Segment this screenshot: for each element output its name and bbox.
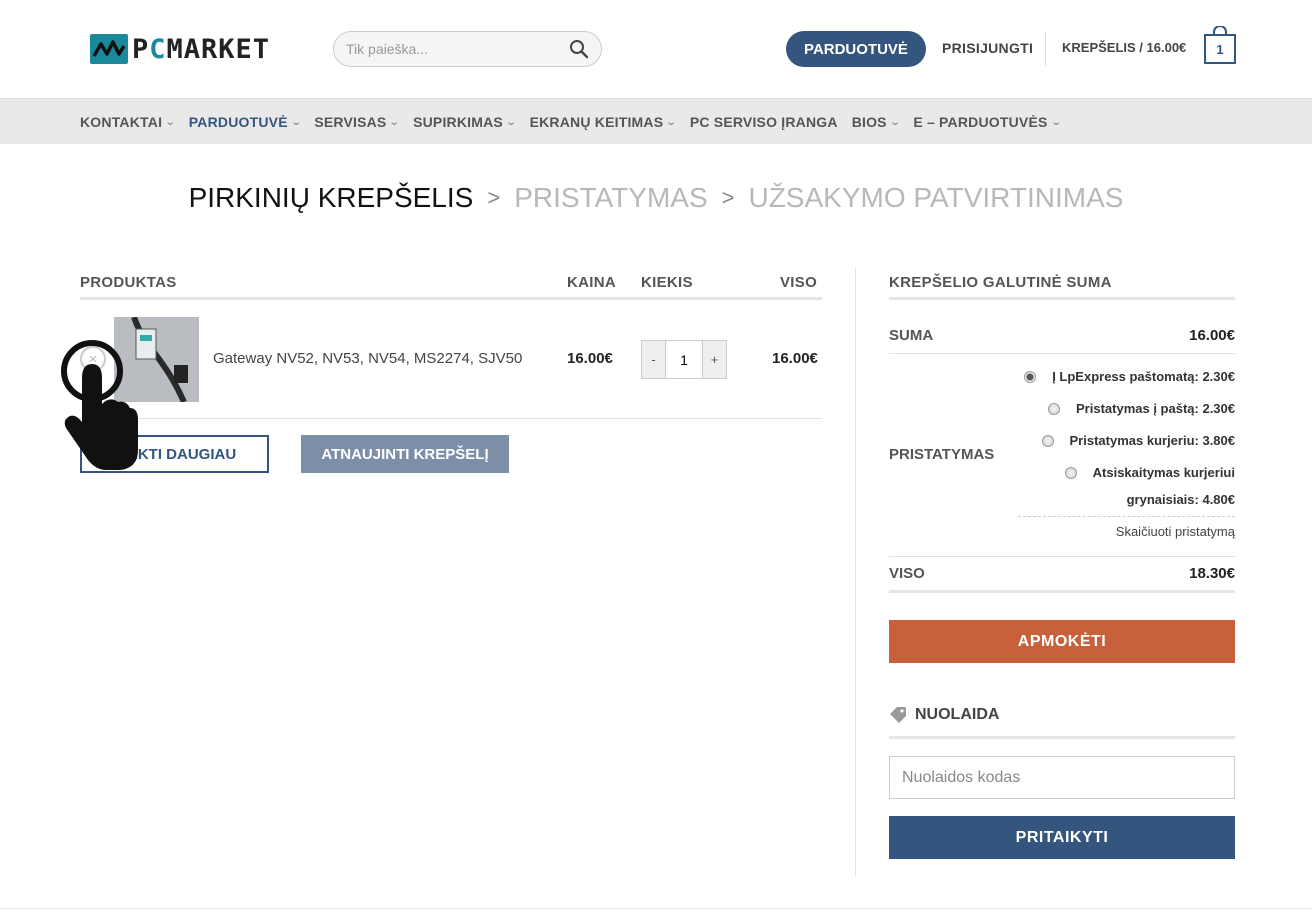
apply-coupon-button[interactable]: PRITAIKYTI <box>889 816 1235 859</box>
cart-bag-icon[interactable]: 1 <box>1204 25 1236 64</box>
nav-item-pc-serviso-iranga[interactable]: PC SERVISO ĮRANGA <box>690 114 838 130</box>
coupon-code-input[interactable] <box>889 756 1235 799</box>
product-price: 16.00€ <box>567 350 613 367</box>
site-logo[interactable]: PCMARKET <box>90 32 270 66</box>
coupon-divider <box>889 736 1235 739</box>
calculate-shipping-link[interactable]: Skaičiuoti pristatymą <box>1116 524 1235 539</box>
checkout-steps: PIRKINIŲ KREPŠELIS > PRISTATYMAS > UŽSAK… <box>0 182 1312 214</box>
radio-unselected[interactable] <box>1064 466 1077 479</box>
cart-count: 1 <box>1216 42 1223 57</box>
chevron-right-icon: > <box>487 185 501 210</box>
shipping-divider <box>889 556 1235 557</box>
subtotal-value: 16.00€ <box>1189 327 1235 344</box>
step-shipping[interactable]: PRISTATYMAS <box>514 182 707 214</box>
search-box <box>333 31 602 67</box>
product-name-link[interactable]: Gateway NV52, NV53, NV54, MS2274, SJV50 <box>213 350 522 367</box>
column-divider <box>855 268 856 876</box>
order-total-label: VISO <box>889 565 925 582</box>
chevron-right-icon: > <box>721 185 735 210</box>
chevron-down-icon: ⌄ <box>164 116 177 128</box>
shop-button[interactable]: PARDUOTUVĖ <box>786 31 926 67</box>
login-link[interactable]: PRISIJUNGTI <box>942 40 1033 56</box>
nav-item-parduotuve[interactable]: PARDUOTUVĖ ⌄ <box>189 114 302 130</box>
col-header-price: KAINA <box>567 274 616 291</box>
radio-selected[interactable] <box>1024 370 1037 383</box>
chevron-down-icon: ⌄ <box>889 116 901 128</box>
shipping-dashed-divider <box>1018 516 1235 517</box>
order-total-value: 18.30€ <box>1189 565 1235 582</box>
col-header-product: PRODUKTAS <box>80 274 177 291</box>
pointing-hand-icon <box>58 338 140 474</box>
search-input[interactable] <box>346 41 569 57</box>
cart-totals-heading: KREPŠELIO GALUTINĖ SUMA <box>889 274 1112 291</box>
step-confirmation: UŽSAKYMO PATVIRTINIMAS <box>748 182 1124 213</box>
shipping-option-courier[interactable]: Pristatymas kurjeriu: 3.80€ <box>1041 433 1235 448</box>
nav-item-e-parduotuves[interactable]: E – PARDUOTUVĖS ⌄ <box>913 114 1062 130</box>
update-cart-button[interactable]: ATNAUJINTI KREPŠELĮ <box>301 435 509 473</box>
tag-icon <box>890 707 906 723</box>
shipping-label: PRISTATYMAS <box>889 446 995 463</box>
step-cart[interactable]: PIRKINIŲ KREPŠELIS <box>189 182 474 214</box>
logo-mark-icon <box>90 34 128 64</box>
logo-text: PCMARKET <box>132 33 271 65</box>
nav-item-bios[interactable]: BIOS ⌄ <box>852 114 901 130</box>
shipping-option-lpexpress[interactable]: Į LpExpress paštomatą: 2.30€ <box>1024 369 1235 384</box>
nav-item-supirkimas[interactable]: SUPIRKIMAS ⌄ <box>413 114 517 130</box>
qty-minus-button[interactable]: - <box>642 341 665 378</box>
table-header-divider <box>80 297 822 300</box>
totals-header-divider <box>889 297 1235 300</box>
subtotal-label: SUMA <box>889 327 934 344</box>
main-nav: KONTAKTAI ⌄ PARDUOTUVĖ ⌄ SERVISAS ⌄ SUPIRKI… <box>0 98 1312 144</box>
nav-item-ekranu-keitimas[interactable]: EKRANŲ KEITIMAS ⌄ <box>530 114 678 130</box>
coupon-heading: NUOLAIDA <box>889 706 999 724</box>
shipping-option-courier-cash[interactable]: Atsiskaitymas kurjeriui <box>1064 465 1235 480</box>
footer-divider <box>0 908 1312 909</box>
nav-item-kontaktai[interactable]: KONTAKTAI ⌄ <box>80 114 177 130</box>
shipping-option-post[interactable]: Pristatymas į paštą: 2.30€ <box>1048 401 1235 416</box>
qty-input[interactable] <box>665 341 703 378</box>
search-icon[interactable] <box>569 39 589 59</box>
col-header-total: VISO <box>780 274 818 291</box>
chevron-down-icon: ⌄ <box>665 116 678 128</box>
subtotal-divider <box>889 353 1235 354</box>
qty-plus-button[interactable]: + <box>703 341 726 378</box>
shipping-option-courier-cash-line2: grynaisiais: 4.80€ <box>1126 492 1235 507</box>
chevron-down-icon: ⌄ <box>389 116 401 128</box>
total-divider <box>889 590 1235 593</box>
nav-item-servisas[interactable]: SERVISAS ⌄ <box>314 114 401 130</box>
quantity-stepper: - + <box>641 340 727 379</box>
chevron-down-icon: ⌄ <box>290 116 302 128</box>
row-divider <box>80 418 822 419</box>
header-divider <box>1045 32 1046 66</box>
chevron-down-icon: ⌄ <box>1050 116 1062 128</box>
chevron-down-icon: ⌄ <box>505 116 517 128</box>
radio-unselected[interactable] <box>1041 434 1054 447</box>
cart-link[interactable]: KREPŠELIS / 16.00€ <box>1062 40 1186 55</box>
checkout-button[interactable]: APMOKĖTI <box>889 620 1235 663</box>
col-header-qty: KIEKIS <box>641 274 693 291</box>
product-subtotal: 16.00€ <box>772 350 818 367</box>
radio-unselected[interactable] <box>1048 402 1061 415</box>
